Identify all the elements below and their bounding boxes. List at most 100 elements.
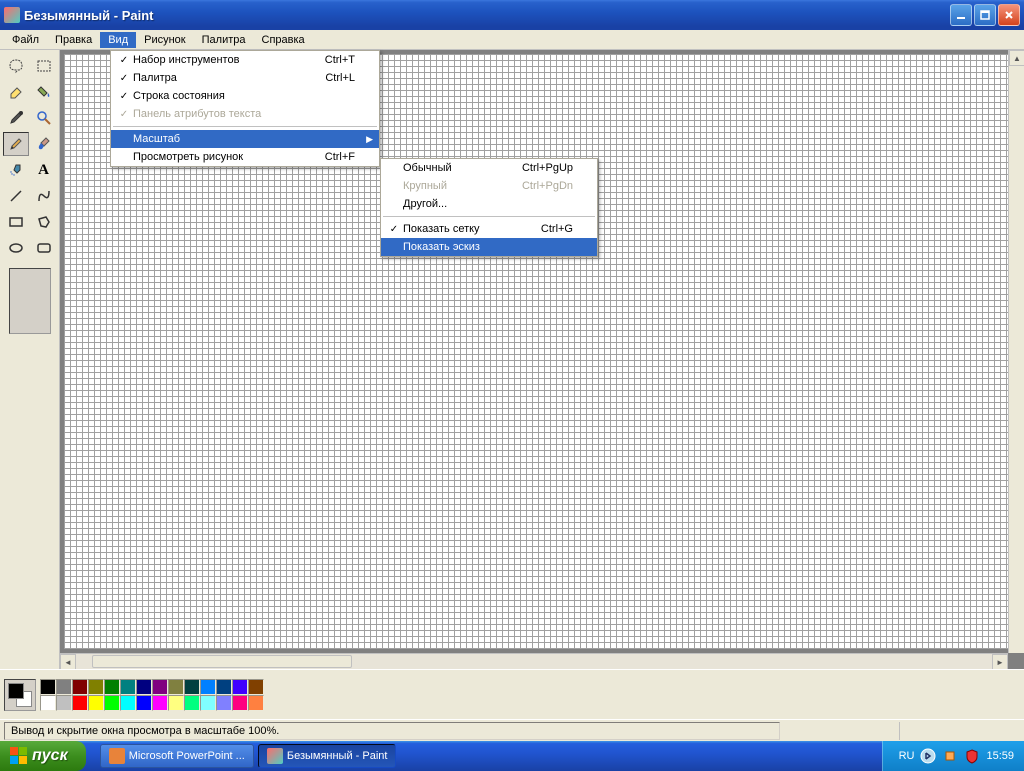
color-swatch[interactable] — [216, 695, 232, 711]
clock[interactable]: 15:59 — [986, 750, 1014, 762]
taskbar-item-powerpoint[interactable]: Microsoft PowerPoint ... — [100, 744, 254, 768]
color-swatch[interactable] — [200, 679, 216, 695]
menu-image[interactable]: Рисунок — [136, 32, 194, 48]
color-swatch[interactable] — [72, 679, 88, 695]
scroll-up-arrow-icon[interactable]: ▲ — [1009, 50, 1024, 66]
color-swatch[interactable] — [88, 679, 104, 695]
menu-colors[interactable]: Палитра — [194, 32, 254, 48]
tool-picker[interactable] — [3, 106, 29, 130]
menu-help[interactable]: Справка — [254, 32, 313, 48]
tool-airbrush[interactable] — [3, 158, 29, 182]
window-title: Безымянный - Paint — [24, 8, 950, 23]
view-bitmap-item[interactable]: Просмотреть рисунок Ctrl+F — [111, 148, 379, 166]
minimize-button[interactable] — [950, 4, 972, 26]
zoom-large-item: Крупный Ctrl+PgDn — [381, 177, 597, 195]
status-bar: Вывод и скрытие окна просмотра в масштаб… — [0, 719, 1024, 741]
color-swatch[interactable] — [152, 679, 168, 695]
tray-arrow-icon[interactable] — [920, 748, 936, 764]
tool-rect-select[interactable] — [31, 54, 57, 78]
color-swatch[interactable] — [152, 695, 168, 711]
view-palette-item[interactable]: ✓ Палитра Ctrl+L — [111, 69, 379, 87]
paint-icon — [267, 748, 283, 764]
color-swatch[interactable] — [40, 695, 56, 711]
menu-edit[interactable]: Правка — [47, 32, 100, 48]
scroll-thumb[interactable] — [92, 655, 352, 668]
check-icon: ✓ — [115, 73, 133, 84]
color-swatch[interactable] — [136, 679, 152, 695]
tool-rounded-rect[interactable] — [31, 236, 57, 260]
tool-magnifier[interactable] — [31, 106, 57, 130]
windows-logo-icon — [10, 747, 28, 765]
window-controls — [950, 4, 1020, 26]
menu-bar: Файл Правка Вид Рисунок Палитра Справка — [0, 30, 1024, 50]
scroll-right-arrow-icon[interactable]: ► — [992, 654, 1008, 669]
toolbox: A — [0, 50, 60, 669]
separator — [383, 216, 595, 217]
tool-polygon[interactable] — [31, 210, 57, 234]
color-swatch[interactable] — [56, 679, 72, 695]
tool-freeform-select[interactable] — [3, 54, 29, 78]
color-swatch[interactable] — [104, 679, 120, 695]
color-swatch[interactable] — [56, 695, 72, 711]
color-swatch[interactable] — [168, 695, 184, 711]
view-text-toolbar-item: ✓ Панель атрибутов текста — [111, 105, 379, 123]
scrollbar-horizontal[interactable]: ◄ ► — [60, 653, 1008, 669]
color-swatch[interactable] — [248, 679, 264, 695]
color-swatch[interactable] — [184, 679, 200, 695]
tool-brush[interactable] — [31, 132, 57, 156]
color-swatch[interactable] — [136, 695, 152, 711]
tool-line[interactable] — [3, 184, 29, 208]
tool-fill[interactable] — [31, 80, 57, 104]
menu-file[interactable]: Файл — [4, 32, 47, 48]
foreground-color-swatch[interactable] — [8, 683, 24, 699]
tray-shield-icon[interactable] — [964, 748, 980, 764]
color-swatch[interactable] — [104, 695, 120, 711]
title-bar: Безымянный - Paint — [0, 0, 1024, 30]
scroll-left-arrow-icon[interactable]: ◄ — [60, 654, 76, 669]
app-icon — [4, 7, 20, 23]
tool-ellipse[interactable] — [3, 236, 29, 260]
view-zoom-item[interactable]: Масштаб ▶ — [111, 130, 379, 148]
check-icon: ✓ — [115, 55, 133, 66]
zoom-show-thumbnail-item[interactable]: Показать эскиз — [381, 238, 597, 256]
color-palette — [0, 669, 1024, 719]
color-swatch[interactable] — [200, 695, 216, 711]
tool-pencil[interactable] — [3, 132, 29, 156]
status-text: Вывод и скрытие окна просмотра в масштаб… — [4, 722, 780, 740]
scrollbar-vertical[interactable]: ▲ — [1008, 50, 1024, 653]
zoom-normal-item[interactable]: Обычный Ctrl+PgUp — [381, 159, 597, 177]
status-coords — [780, 722, 900, 740]
zoom-show-grid-item[interactable]: ✓ Показать сетку Ctrl+G — [381, 220, 597, 238]
color-swatch[interactable] — [168, 679, 184, 695]
color-swatch[interactable] — [184, 695, 200, 711]
check-icon: ✓ — [385, 224, 403, 235]
color-swatch[interactable] — [248, 695, 264, 711]
zoom-custom-item[interactable]: Другой... — [381, 195, 597, 213]
color-swatch[interactable] — [88, 695, 104, 711]
view-toolbox-item[interactable]: ✓ Набор инструментов Ctrl+T — [111, 51, 379, 69]
color-swatch[interactable] — [120, 679, 136, 695]
color-swatch[interactable] — [232, 695, 248, 711]
view-dropdown: ✓ Набор инструментов Ctrl+T ✓ Палитра Ct… — [110, 50, 380, 167]
menu-view[interactable]: Вид — [100, 32, 136, 48]
submenu-arrow-icon: ▶ — [366, 134, 373, 145]
separator — [113, 126, 377, 127]
tray-volume-icon[interactable] — [942, 748, 958, 764]
color-swatch[interactable] — [120, 695, 136, 711]
tool-text[interactable]: A — [31, 158, 57, 182]
color-swatch[interactable] — [72, 695, 88, 711]
close-button[interactable] — [998, 4, 1020, 26]
color-swatch[interactable] — [232, 679, 248, 695]
start-label: пуск — [32, 747, 68, 765]
tool-eraser[interactable] — [3, 80, 29, 104]
check-icon: ✓ — [115, 91, 133, 102]
tool-curve[interactable] — [31, 184, 57, 208]
view-statusbar-item[interactable]: ✓ Строка состояния — [111, 87, 379, 105]
taskbar-item-paint[interactable]: Безымянный - Paint — [258, 744, 397, 768]
color-swatch[interactable] — [40, 679, 56, 695]
maximize-button[interactable] — [974, 4, 996, 26]
color-swatch[interactable] — [216, 679, 232, 695]
tool-rectangle[interactable] — [3, 210, 29, 234]
color-selector[interactable] — [4, 679, 36, 711]
language-indicator[interactable]: RU — [899, 750, 915, 762]
